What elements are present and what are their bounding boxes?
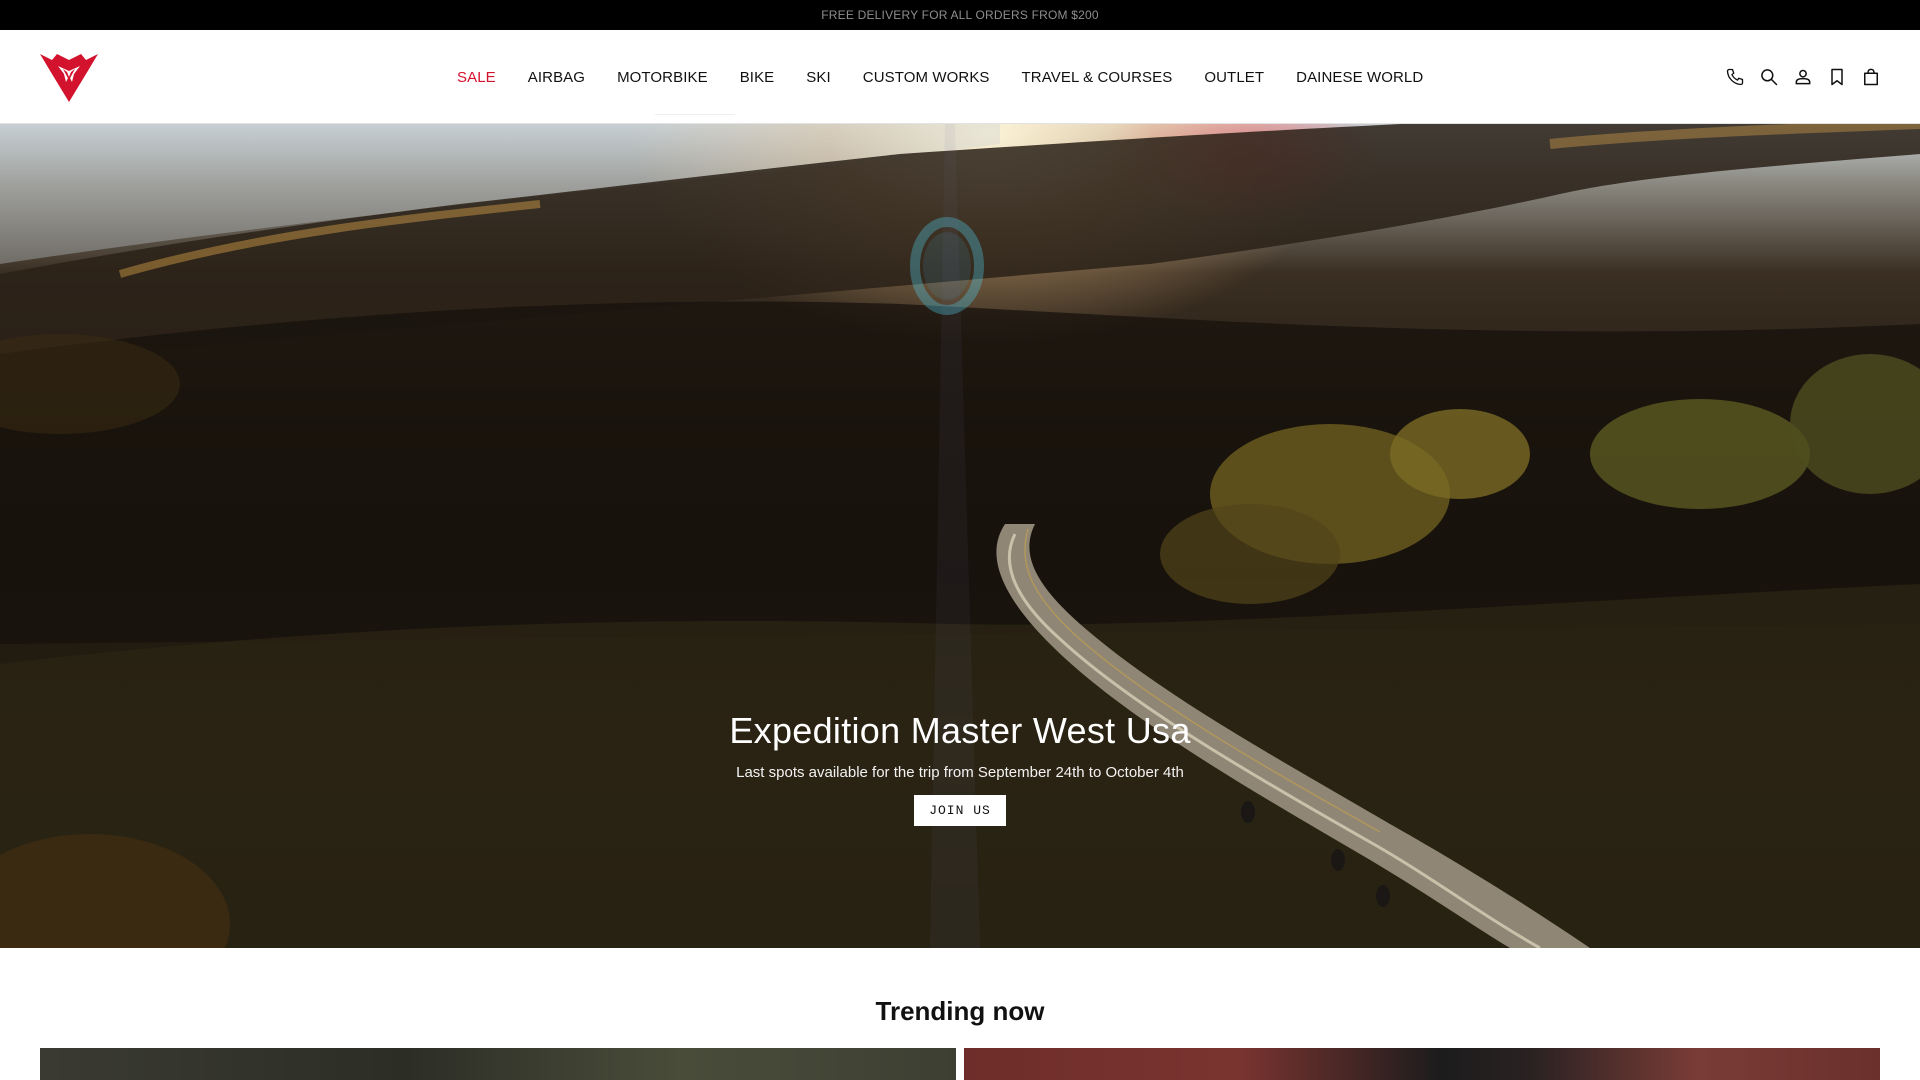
phone-icon[interactable]: [1724, 66, 1746, 88]
promo-text: FREE DELIVERY FOR ALL ORDERS FROM $200: [821, 8, 1099, 22]
hero-subtitle: Last spots available for the trip from S…: [736, 764, 1184, 781]
nav-item-outlet[interactable]: OUTLET: [1204, 69, 1264, 86]
main-nav: SALE AIRBAG MOTORBIKE BIKE SKI CUSTOM WO…: [457, 30, 1423, 124]
nav-item-motorbike[interactable]: MOTORBIKE: [617, 69, 708, 86]
account-icon[interactable]: [1792, 66, 1814, 88]
trending-title: Trending now: [875, 996, 1045, 1026]
nav-item-dainese-world[interactable]: DAINESE WORLD: [1296, 69, 1423, 86]
nav-item-custom-works[interactable]: CUSTOM WORKS: [863, 69, 990, 86]
hero-content: Expedition Master West Usa Last spots av…: [0, 710, 1920, 826]
nav-item-airbag[interactable]: AIRBAG: [528, 69, 585, 86]
hero-banner[interactable]: Expedition Master West Usa Last spots av…: [0, 124, 1920, 948]
search-icon[interactable]: [1758, 66, 1780, 88]
nav-item-travel-courses[interactable]: TRAVEL & COURSES: [1022, 69, 1173, 86]
trending-card[interactable]: [40, 1048, 956, 1080]
promo-bar: FREE DELIVERY FOR ALL ORDERS FROM $200: [0, 0, 1920, 30]
bag-icon[interactable]: [1860, 66, 1882, 88]
nav-item-ski[interactable]: SKI: [806, 69, 830, 86]
nav-item-bike[interactable]: BIKE: [740, 69, 775, 86]
nav-item-sale[interactable]: SALE: [457, 69, 496, 86]
trending-card[interactable]: [964, 1048, 1880, 1080]
header-actions: [1712, 30, 1882, 124]
nav-hover-indicator: [655, 114, 735, 115]
dainese-logo-icon[interactable]: [40, 52, 98, 102]
wishlist-icon[interactable]: [1826, 66, 1848, 88]
join-us-button[interactable]: JOIN US: [914, 795, 1006, 826]
site-header: SALE AIRBAG MOTORBIKE BIKE SKI CUSTOM WO…: [0, 30, 1920, 124]
hero-title: Expedition Master West Usa: [729, 710, 1191, 751]
